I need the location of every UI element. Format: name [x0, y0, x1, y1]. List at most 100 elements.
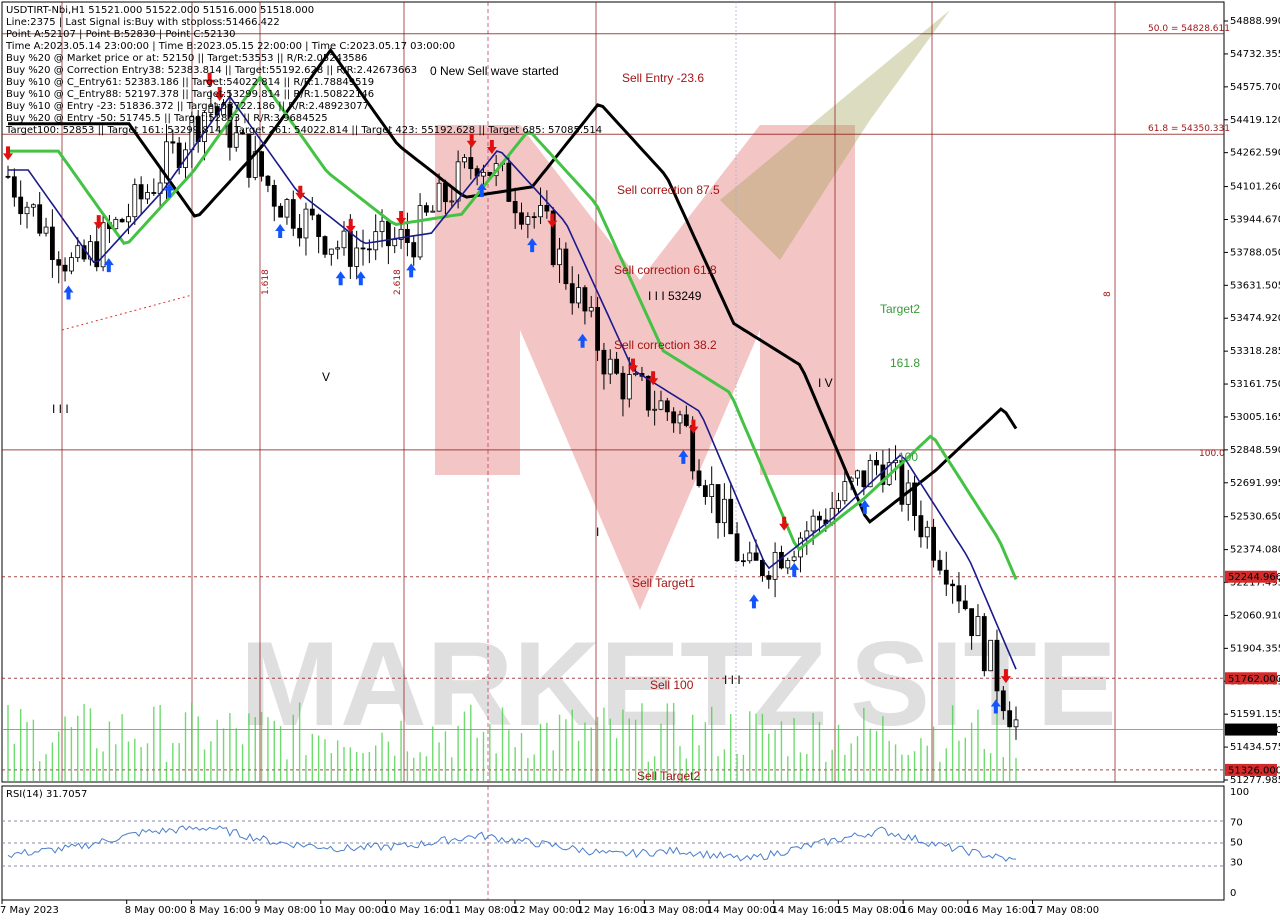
wave-i-label: I — [596, 525, 599, 539]
candle-body — [113, 219, 119, 230]
price-tick-label: 54888.990 — [1230, 16, 1280, 27]
info-line-4: Time A:2023.05.14 23:00:00 | Time B:2023… — [5, 41, 455, 52]
candle-body — [836, 500, 841, 509]
candle-body — [176, 142, 182, 169]
candle-body — [614, 358, 620, 374]
candle-body — [49, 226, 55, 260]
candle-body — [290, 199, 296, 229]
candle-body — [56, 259, 62, 266]
time-tick-label: 11 May 08:00 — [448, 905, 517, 916]
candle-body — [271, 184, 277, 207]
candle-body — [652, 408, 658, 411]
info-line-2: Line:2375 | Last Signal is:Buy with stop… — [6, 17, 280, 28]
price-tag-label: 51762.000 — [1228, 674, 1280, 685]
rsi-label: RSI(14) 31.7057 — [6, 789, 87, 800]
annotation-100: 100 — [898, 450, 918, 464]
price-tick-label: 52848.590 — [1230, 445, 1280, 456]
candle-body — [94, 241, 100, 268]
candle-body — [918, 515, 924, 538]
candle-body — [696, 470, 702, 487]
price-tick-label: 51277.985 — [1230, 775, 1280, 786]
candle-body — [620, 372, 626, 400]
candle-body — [658, 400, 664, 410]
candle-body — [855, 470, 860, 479]
candle-body — [151, 192, 157, 194]
candle-body — [601, 349, 607, 375]
candle-body — [37, 204, 43, 234]
candle-body — [576, 287, 581, 304]
candle-body — [950, 583, 956, 587]
candle-body — [347, 230, 353, 267]
candle-body — [588, 307, 594, 312]
fib-100-label: 100.0 — [1199, 449, 1225, 459]
num-8-vertical: 8 — [1103, 291, 1113, 297]
candle-body — [747, 552, 753, 562]
candle-body — [772, 551, 778, 580]
wave-iii-left-label: I I I — [52, 402, 69, 416]
candle-body — [702, 485, 708, 497]
candle-body — [30, 204, 36, 208]
candle-body — [385, 220, 391, 247]
candle-body — [728, 498, 734, 535]
candle-body — [430, 210, 436, 213]
info-line-3: Point A:52107 | Point B:52830 | Point C:… — [6, 29, 236, 40]
candle-body — [766, 575, 772, 580]
candle-body — [278, 205, 284, 218]
candle-body — [956, 585, 962, 602]
candle-body — [626, 374, 632, 400]
candle-body — [481, 171, 486, 177]
candle-body — [246, 133, 252, 178]
price-tick-label: 53631.505 — [1230, 280, 1280, 291]
price-tag-label: 52244.966 — [1228, 572, 1280, 583]
candle-body — [62, 264, 68, 272]
time-tick-label: 7 May 2023 — [0, 905, 59, 916]
candle-body — [119, 219, 125, 223]
candle-body — [443, 182, 448, 203]
candle-body — [709, 484, 715, 497]
candle-body — [297, 227, 303, 239]
candle-body — [462, 157, 467, 163]
time-tick-label: 14 May 00:00 — [707, 905, 776, 916]
candle-body — [740, 560, 746, 563]
info-line-6: Buy %20 @ Correction Entry38: 52383.814 … — [6, 65, 417, 76]
candle-body — [284, 199, 290, 218]
time-tick-label: 15 May 08:00 — [836, 905, 905, 916]
annotation-sell-correction-382: Sell correction 38.2 — [614, 338, 717, 352]
time-tick-label: 10 May 00:00 — [319, 905, 388, 916]
candle-body — [100, 222, 106, 268]
rsi-tick-label: 50 — [1230, 838, 1243, 849]
price-tick-label: 53788.050 — [1230, 247, 1280, 258]
candle-body — [322, 236, 328, 255]
candle-body — [417, 205, 423, 258]
candle-body — [810, 515, 816, 532]
candle-body — [842, 481, 848, 502]
candle-body — [607, 358, 613, 375]
candle-body — [1013, 719, 1019, 728]
candle-body — [734, 533, 740, 562]
candle-body — [791, 556, 797, 561]
candle-body — [664, 400, 670, 413]
candle-body — [366, 248, 372, 251]
time-tick-label: 16 May 00:00 — [901, 905, 970, 916]
trading-chart: MARKETZ SITE USDTIRT-Nbi,H1 51521.000 51… — [0, 1, 1280, 916]
price-tick-label: 53474.920 — [1230, 313, 1280, 324]
candle-body — [18, 196, 24, 215]
candle-body — [411, 242, 417, 258]
candle-body — [512, 201, 518, 214]
candle-body — [760, 559, 765, 576]
candle-body — [671, 411, 677, 424]
price-tick-label: 51904.355 — [1230, 643, 1280, 654]
candle-body — [531, 216, 537, 219]
time-tick-label: 8 May 00:00 — [125, 905, 187, 916]
price-tick-label: 54101.260 — [1230, 182, 1280, 193]
candle-body — [24, 206, 30, 215]
fib-2618-vertical: 2.618 — [393, 269, 403, 295]
info-line-9: Buy %10 @ Entry -23: 51836.372 || Target… — [6, 101, 369, 112]
rsi-tick-label: 30 — [1230, 858, 1243, 869]
candle-body — [924, 526, 930, 538]
time-tick-label: 16 May 16:00 — [966, 905, 1035, 916]
annotation-sell-correction-618: Sell correction 61.8 — [614, 263, 717, 277]
candle-body — [449, 200, 455, 203]
candle-body — [373, 231, 379, 251]
candle-body — [436, 182, 442, 212]
